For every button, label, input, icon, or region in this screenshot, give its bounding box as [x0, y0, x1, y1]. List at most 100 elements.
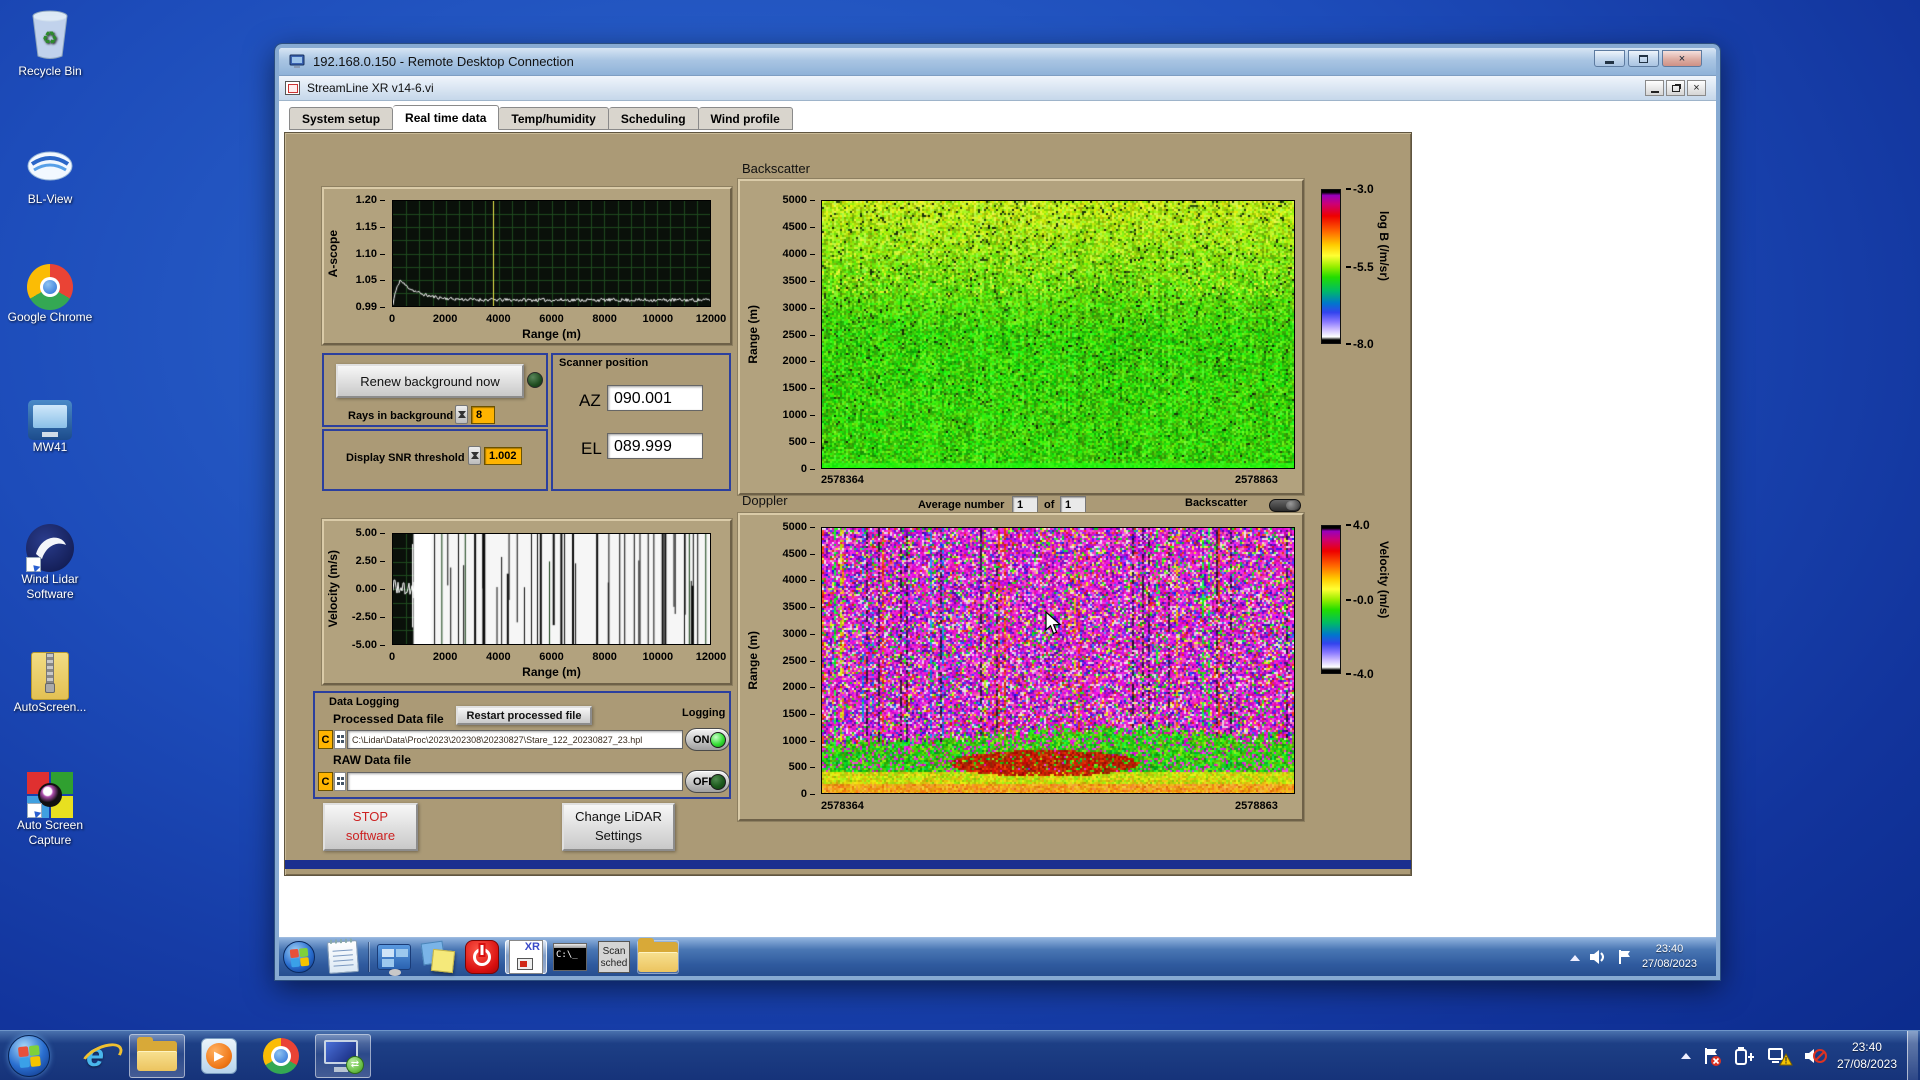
display-settings-icon	[377, 944, 411, 976]
session-taskbar-notepad[interactable]	[322, 939, 364, 975]
snr-value-field[interactable]: 1.002	[484, 447, 522, 465]
mw41-icon	[28, 400, 72, 440]
app-window: StreamLine XR v14-6.vi × System setup Re…	[279, 76, 1716, 937]
raw-data-file-label: RAW Data file	[333, 753, 412, 767]
desktop-icon-autoscreen-zip[interactable]: AutoScreen...	[6, 652, 94, 715]
folder-icon	[638, 938, 678, 972]
tray-expand-icon[interactable]	[1569, 950, 1580, 961]
tab-real-time-data[interactable]: Real time data	[393, 105, 500, 130]
background-box: Renew background now Rays in background …	[322, 353, 548, 427]
ascope-xticks: 0 2000 4000 6000 8000 10000 12000	[388, 313, 727, 325]
network-icon[interactable]: !	[1767, 1045, 1793, 1067]
desktop-icon-chrome[interactable]: Google Chrome	[6, 262, 94, 325]
session-taskbar-command-prompt[interactable]: C:\_	[549, 940, 591, 974]
desktop-icon-bl-view[interactable]: BL-View	[6, 136, 94, 207]
session-taskbar-scan-scheduler[interactable]: Scan sched	[593, 940, 635, 974]
rdp-maximize-button[interactable]	[1628, 50, 1659, 67]
desktop-icon-auto-screen-capture[interactable]: Auto Screen Capture	[6, 772, 94, 848]
snr-box: Display SNR threshold 1.002	[322, 429, 548, 491]
rdp-title: 192.168.0.150 - Remote Desktop Connectio…	[313, 54, 574, 69]
bl-view-icon	[24, 136, 76, 188]
desktop-icon-label: AutoScreen...	[13, 700, 87, 714]
processed-drive-box[interactable]: C	[318, 730, 333, 749]
rays-spinner[interactable]	[455, 405, 468, 424]
tab-scheduling[interactable]: Scheduling	[608, 107, 699, 130]
session-taskbar-sticky-notes[interactable]	[417, 940, 459, 974]
rdp-minimize-button[interactable]	[1594, 50, 1625, 67]
velocity-plot[interactable]	[392, 533, 711, 645]
processed-logging-on-button[interactable]: ON	[685, 728, 730, 751]
tab-strip: System setup Real time data Temp/humidit…	[289, 105, 793, 130]
taskbar-item-remote-desktop[interactable]: ⇄	[315, 1033, 371, 1078]
raw-drive-box[interactable]: C	[318, 772, 333, 791]
front-panel: A-scope 1.20 1.15 1.10 1.05 0.99 0 2000 4000 60…	[284, 132, 1412, 876]
desktop-icon-label: Auto Screen Capture	[16, 818, 84, 847]
doppler-title: Doppler	[742, 493, 788, 508]
backscatter-toggle[interactable]	[1269, 499, 1301, 512]
snr-spinner[interactable]	[468, 446, 481, 465]
session-clock[interactable]: 23:40 27/08/2023	[1642, 942, 1697, 972]
raw-logging-off-button[interactable]: OFF	[685, 770, 730, 793]
app-close-button[interactable]: ×	[1687, 80, 1706, 96]
desktop-icon-wind-lidar[interactable]: Wind Lidar Software	[6, 524, 94, 602]
show-desktop-button[interactable]	[1907, 1031, 1918, 1080]
processed-browse-icon[interactable]	[334, 730, 346, 749]
taskbar-item-explorer[interactable]	[129, 1033, 185, 1078]
doppler-x-end: 2578863	[1235, 800, 1278, 812]
ascope-plot[interactable]	[392, 200, 711, 307]
speaker-muted-icon[interactable]	[1803, 1046, 1827, 1066]
raw-path-field[interactable]	[347, 772, 683, 791]
doppler-plot[interactable]	[821, 527, 1295, 794]
velocity-xaxis-label: Range (m)	[522, 665, 581, 679]
change-lidar-settings-button[interactable]: Change LiDAR Settings	[562, 803, 675, 851]
doppler-ylabel: Range (m)	[746, 631, 760, 690]
tab-system-setup[interactable]: System setup	[289, 107, 394, 130]
maximize-icon	[1639, 54, 1648, 63]
average-number-field[interactable]: 1	[1012, 496, 1038, 514]
data-logging-box: Data Logging Processed Data file Restart…	[313, 691, 731, 799]
backscatter-graph: Range (m) 5000 4500 4000 3500 3000 2500 2000 15…	[738, 179, 1304, 495]
taskbar-item-chrome[interactable]	[253, 1034, 309, 1078]
backscatter-plot[interactable]	[821, 200, 1295, 469]
session-taskbar-display-settings[interactable]	[373, 940, 415, 976]
taskbar-item-media-player[interactable]: ▶	[191, 1034, 247, 1078]
backscatter-x-start: 2578364	[821, 474, 864, 486]
average-of-field[interactable]: 1	[1060, 496, 1086, 514]
session-taskbar-power[interactable]	[461, 940, 503, 974]
rdp-titlebar[interactable]: 192.168.0.150 - Remote Desktop Connectio…	[279, 48, 1716, 76]
average-number-label: Average number	[918, 499, 1005, 511]
restore-icon	[1671, 84, 1680, 92]
processed-path-field[interactable]: C:\Lidar\Data\Proc\2023\202308\20230827\…	[347, 730, 683, 749]
tab-temp-humidity[interactable]: Temp/humidity	[499, 107, 609, 130]
session-taskbar-explorer[interactable]	[637, 938, 679, 974]
start-button[interactable]	[8, 1034, 50, 1077]
taskbar-item-internet-explorer[interactable]: e	[67, 1034, 123, 1078]
backscatter-colorbar	[1321, 189, 1341, 344]
minimize-icon	[1605, 60, 1614, 64]
renew-background-button[interactable]: Renew background now	[336, 364, 524, 398]
ascope-yticks: 1.20 1.15 1.10 1.05 0.99	[355, 194, 386, 313]
velocity-graph: Velocity (m/s) 5.00 2.50 0.00 -2.50 -5.00 02…	[322, 519, 732, 685]
app-titlebar[interactable]: StreamLine XR v14-6.vi ×	[279, 76, 1716, 101]
doppler-yticks: 5000 4500 4000 3500 3000 2500 2000 1500 1000 500 0	[782, 521, 816, 800]
power-plug-icon[interactable]	[1733, 1045, 1757, 1067]
tab-wind-profile[interactable]: Wind profile	[698, 107, 793, 130]
flag-icon[interactable]	[1616, 948, 1634, 966]
speaker-icon[interactable]	[1588, 949, 1608, 965]
action-center-flag-icon[interactable]	[1701, 1045, 1723, 1067]
raw-browse-icon[interactable]	[334, 772, 346, 791]
host-clock[interactable]: 23:40 27/08/2023	[1837, 1039, 1897, 1071]
app-minimize-button[interactable]	[1645, 80, 1664, 96]
rays-value-field[interactable]: 8	[471, 406, 495, 424]
mouse-cursor	[1045, 611, 1062, 635]
tray-expand-icon[interactable]	[1680, 1048, 1691, 1059]
az-value-field: 090.001	[607, 385, 703, 411]
restart-processed-file-button[interactable]: Restart processed file	[456, 706, 592, 725]
stop-software-button[interactable]: STOP software	[323, 803, 418, 851]
desktop-icon-recycle-bin[interactable]: ♻ Recycle Bin	[6, 8, 94, 79]
session-taskbar-streamline-xr[interactable]: XR	[505, 940, 547, 974]
session-start-button[interactable]	[283, 941, 315, 973]
app-restore-button[interactable]	[1666, 80, 1685, 96]
desktop-icon-mw41[interactable]: MW41	[6, 396, 94, 455]
rdp-close-button[interactable]: ×	[1662, 50, 1702, 67]
